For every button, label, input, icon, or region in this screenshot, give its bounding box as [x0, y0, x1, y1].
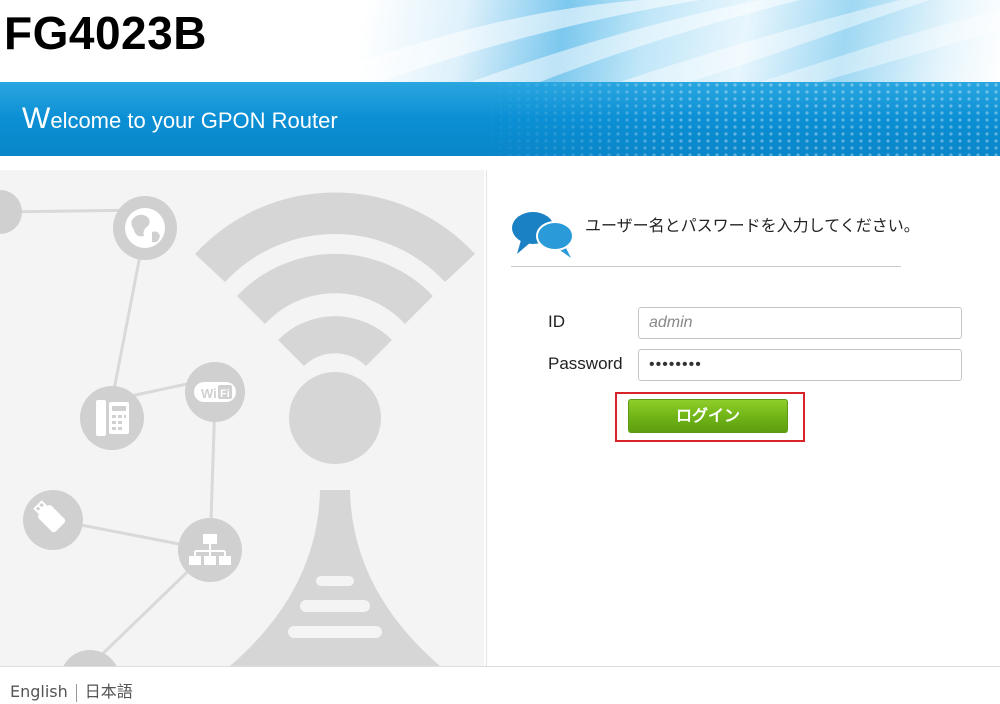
language-switcher: English 日本語 — [10, 678, 133, 702]
footer-divider — [0, 666, 1000, 667]
network-illustration: Wi Fi — [0, 190, 475, 666]
usb-icon — [23, 490, 83, 550]
password-label: Password — [548, 354, 623, 373]
welcome-banner: Welcome to your GPON Router — [0, 82, 1000, 156]
phone-icon — [80, 386, 144, 450]
top-header: FG4023B — [0, 0, 1000, 82]
banner-dot-pattern — [480, 82, 1000, 156]
main-content: Wi Fi ユーザー名とパスワードを入力してください。 ID admin Pas… — [0, 156, 1000, 666]
signal-tower-icon — [195, 192, 475, 666]
model-name: FG4023B — [4, 7, 207, 59]
globe-icon — [113, 196, 177, 260]
svg-text:Fi: Fi — [220, 388, 230, 400]
network-icon — [178, 518, 242, 582]
welcome-title: Welcome to your GPON Router — [22, 102, 338, 136]
svg-text:Wi: Wi — [201, 386, 217, 401]
lang-japanese-link[interactable]: 日本語 — [85, 682, 133, 701]
welcome-text: elcome to your GPON Router — [50, 108, 338, 133]
lang-english-link[interactable]: English — [10, 682, 68, 701]
wifi-icon: Wi Fi — [185, 362, 245, 422]
login-button[interactable]: ログイン — [628, 399, 788, 433]
login-instruction: ユーザー名とパスワードを入力してください。 — [585, 216, 920, 235]
chat-bubbles-icon — [512, 212, 574, 258]
password-input[interactable] — [638, 349, 962, 381]
lang-separator — [75, 683, 77, 702]
id-input[interactable] — [638, 307, 962, 339]
id-label: ID — [548, 312, 565, 331]
instruction-divider — [511, 266, 901, 267]
welcome-first-letter: W — [22, 102, 51, 135]
login-panel: ユーザー名とパスワードを入力してください。 ID Password ログイン — [487, 170, 1000, 666]
network-illustration-panel: Wi Fi — [0, 170, 484, 666]
node-partial-icon — [0, 190, 22, 234]
